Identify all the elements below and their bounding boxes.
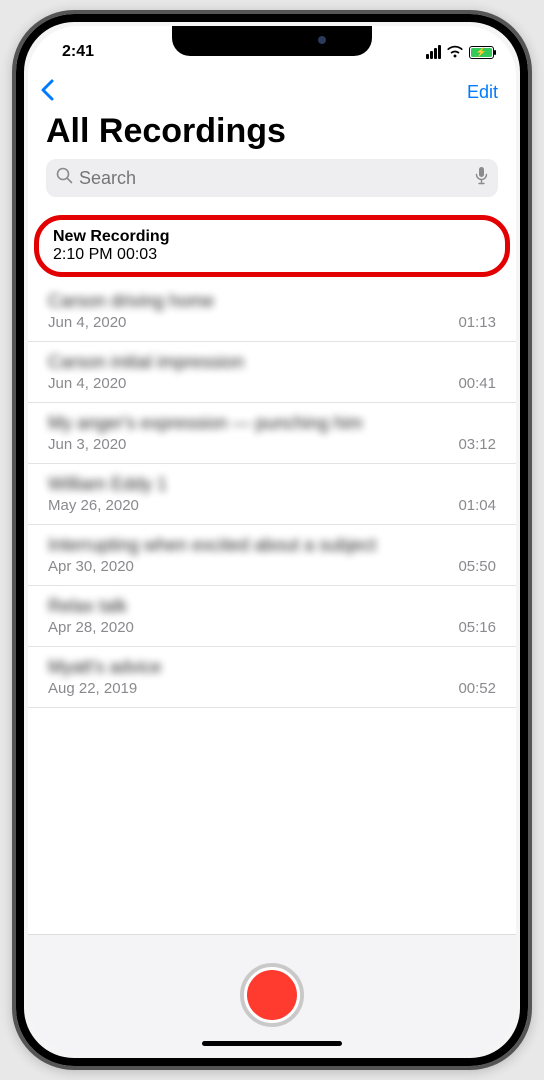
recording-name: New Recording [53,228,491,246]
recording-name: Myatt's advice [48,657,496,678]
record-toolbar [28,934,516,1054]
recording-duration: 00:03 [117,246,157,263]
back-button[interactable] [40,76,70,108]
recording-name: Interrupting when excited about a subjec… [48,535,496,556]
record-button[interactable] [240,963,304,1027]
recording-row[interactable]: Interrupting when excited about a subjec… [28,525,516,586]
recording-row[interactable]: William Eddy 1 May 26, 2020 01:04 [28,464,516,525]
recording-duration: 05:16 [458,619,496,636]
recording-list: New Recording 2:10 PM 00:03 Carson drivi… [28,207,516,934]
recording-duration: 01:04 [458,497,496,514]
recording-row[interactable]: Carson driving home Jun 4, 2020 01:13 [28,281,516,342]
recording-duration: 00:52 [458,680,496,697]
recording-row-highlighted[interactable]: New Recording 2:10 PM 00:03 [34,215,510,277]
status-time: 2:41 [62,43,94,61]
recording-name: Relax talk [48,596,496,617]
wifi-icon [446,43,464,61]
recording-name: William Eddy 1 [48,474,496,495]
page-title: All Recordings [28,110,516,159]
recording-row[interactable]: Carson initial impression Jun 4, 2020 00:… [28,342,516,403]
record-icon [247,970,297,1020]
recording-date: Jun 3, 2020 [48,436,126,453]
recording-date: May 26, 2020 [48,497,139,514]
recording-name: My anger's expression — punching him [48,413,496,434]
search-input[interactable] [79,168,475,189]
recording-date: Apr 30, 2020 [48,558,134,575]
recording-duration: 05:50 [458,558,496,575]
recording-name: Carson initial impression [48,352,496,373]
nav-bar: Edit [28,70,516,110]
recording-date: Jun 4, 2020 [48,314,126,331]
status-icons: ⚡ [426,43,494,61]
recording-duration: 00:41 [458,375,496,392]
battery-charging-icon: ⚡ [469,46,494,59]
cellular-signal-icon [426,45,441,59]
dictation-mic-icon[interactable] [475,166,488,190]
recording-name: Carson driving home [48,291,496,312]
recording-row[interactable]: My anger's expression — punching him Jun… [28,403,516,464]
edit-button[interactable]: Edit [467,82,498,103]
recording-date: Aug 22, 2019 [48,680,137,697]
recording-duration: 01:13 [458,314,496,331]
recording-date: 2:10 PM [53,246,113,263]
search-icon [56,167,73,189]
recording-duration: 03:12 [458,436,496,453]
recording-row[interactable]: Myatt's advice Aug 22, 2019 00:52 [28,647,516,708]
search-field[interactable] [46,159,498,197]
recording-date: Apr 28, 2020 [48,619,134,636]
home-indicator[interactable] [202,1041,342,1046]
recording-date: Jun 4, 2020 [48,375,126,392]
recording-row[interactable]: Relax talk Apr 28, 2020 05:16 [28,586,516,647]
